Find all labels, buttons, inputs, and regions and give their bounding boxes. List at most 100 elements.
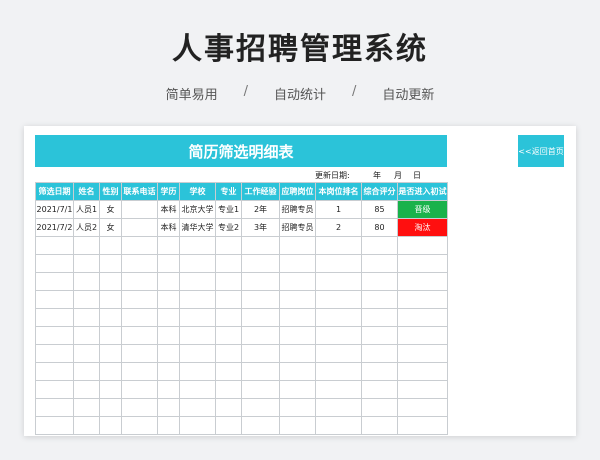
table-cell[interactable] xyxy=(157,254,180,273)
table-cell[interactable]: 招聘专员 xyxy=(279,218,316,237)
table-cell[interactable] xyxy=(397,236,448,255)
table-cell[interactable] xyxy=(315,380,362,399)
table-cell[interactable] xyxy=(279,272,316,291)
table-cell[interactable] xyxy=(157,380,180,399)
table-cell[interactable] xyxy=(179,254,216,273)
table-cell[interactable] xyxy=(397,326,448,345)
table-cell[interactable] xyxy=(315,272,362,291)
table-cell[interactable] xyxy=(215,236,242,255)
table-cell[interactable] xyxy=(121,326,158,345)
table-cell[interactable]: 2 xyxy=(315,218,362,237)
table-cell[interactable] xyxy=(99,344,122,363)
table-cell[interactable] xyxy=(215,308,242,327)
table-cell[interactable] xyxy=(315,236,362,255)
table-cell[interactable] xyxy=(361,236,398,255)
table-cell[interactable] xyxy=(121,380,158,399)
table-cell[interactable] xyxy=(99,380,122,399)
table-cell[interactable]: 女 xyxy=(99,200,122,219)
table-cell[interactable] xyxy=(121,218,158,237)
table-cell[interactable] xyxy=(179,290,216,309)
table-cell[interactable] xyxy=(215,398,242,417)
table-cell[interactable] xyxy=(121,236,158,255)
table-cell[interactable]: 本科 xyxy=(157,200,180,219)
table-cell[interactable] xyxy=(73,344,100,363)
table-cell[interactable] xyxy=(361,398,398,417)
table-cell[interactable]: 2021/7/1 xyxy=(35,200,74,219)
back-home-button[interactable]: <<返回首页 xyxy=(518,135,564,167)
table-cell[interactable] xyxy=(157,236,180,255)
table-cell[interactable] xyxy=(241,416,280,435)
table-cell[interactable] xyxy=(315,326,362,345)
table-cell[interactable] xyxy=(397,380,448,399)
table-cell[interactable] xyxy=(315,308,362,327)
table-cell[interactable] xyxy=(35,344,74,363)
table-cell[interactable] xyxy=(35,326,74,345)
table-cell[interactable] xyxy=(279,416,316,435)
table-cell[interactable] xyxy=(241,272,280,291)
table-cell[interactable] xyxy=(241,362,280,381)
table-cell[interactable] xyxy=(73,398,100,417)
table-cell[interactable] xyxy=(73,380,100,399)
table-cell[interactable] xyxy=(157,290,180,309)
table-cell[interactable] xyxy=(397,308,448,327)
table-cell[interactable] xyxy=(179,416,216,435)
table-cell[interactable] xyxy=(35,254,74,273)
table-cell[interactable] xyxy=(241,254,280,273)
table-cell[interactable] xyxy=(215,380,242,399)
table-cell[interactable]: 人员1 xyxy=(73,200,100,219)
table-cell[interactable] xyxy=(99,308,122,327)
table-cell[interactable] xyxy=(73,254,100,273)
table-cell[interactable] xyxy=(73,308,100,327)
table-cell[interactable]: 3年 xyxy=(241,218,280,237)
table-cell[interactable] xyxy=(73,362,100,381)
table-cell[interactable] xyxy=(215,344,242,363)
table-cell[interactable] xyxy=(99,326,122,345)
table-cell[interactable]: 80 xyxy=(361,218,398,237)
table-cell[interactable] xyxy=(179,308,216,327)
table-cell[interactable] xyxy=(361,344,398,363)
table-cell[interactable] xyxy=(73,272,100,291)
status-badge[interactable]: 淘汰 xyxy=(397,218,448,237)
table-cell[interactable] xyxy=(361,326,398,345)
table-cell[interactable] xyxy=(215,254,242,273)
table-cell[interactable] xyxy=(179,272,216,291)
table-cell[interactable] xyxy=(241,290,280,309)
table-cell[interactable] xyxy=(397,272,448,291)
table-cell[interactable] xyxy=(361,272,398,291)
table-cell[interactable] xyxy=(215,416,242,435)
table-cell[interactable] xyxy=(215,326,242,345)
table-cell[interactable] xyxy=(99,254,122,273)
table-cell[interactable]: 清华大学 xyxy=(179,218,216,237)
table-cell[interactable]: 专业1 xyxy=(215,200,242,219)
table-cell[interactable] xyxy=(157,326,180,345)
table-cell[interactable] xyxy=(397,254,448,273)
table-cell[interactable] xyxy=(397,344,448,363)
table-cell[interactable] xyxy=(121,416,158,435)
table-cell[interactable] xyxy=(241,344,280,363)
table-cell[interactable] xyxy=(99,398,122,417)
table-cell[interactable] xyxy=(241,308,280,327)
table-cell[interactable] xyxy=(279,308,316,327)
table-cell[interactable] xyxy=(121,308,158,327)
table-cell[interactable] xyxy=(241,398,280,417)
table-cell[interactable] xyxy=(179,362,216,381)
table-cell[interactable] xyxy=(179,344,216,363)
table-cell[interactable]: 85 xyxy=(361,200,398,219)
table-cell[interactable] xyxy=(279,290,316,309)
table-cell[interactable] xyxy=(279,236,316,255)
table-cell[interactable] xyxy=(241,326,280,345)
table-cell[interactable] xyxy=(279,326,316,345)
table-cell[interactable] xyxy=(157,398,180,417)
table-cell[interactable] xyxy=(121,362,158,381)
table-cell[interactable]: 北京大学 xyxy=(179,200,216,219)
table-cell[interactable] xyxy=(179,398,216,417)
table-cell[interactable]: 招聘专员 xyxy=(279,200,316,219)
table-cell[interactable] xyxy=(279,380,316,399)
table-cell[interactable] xyxy=(361,362,398,381)
table-cell[interactable] xyxy=(157,272,180,291)
table-cell[interactable] xyxy=(361,290,398,309)
status-badge[interactable]: 晋级 xyxy=(397,200,448,219)
table-cell[interactable] xyxy=(361,380,398,399)
table-cell[interactable] xyxy=(73,290,100,309)
table-cell[interactable] xyxy=(35,308,74,327)
